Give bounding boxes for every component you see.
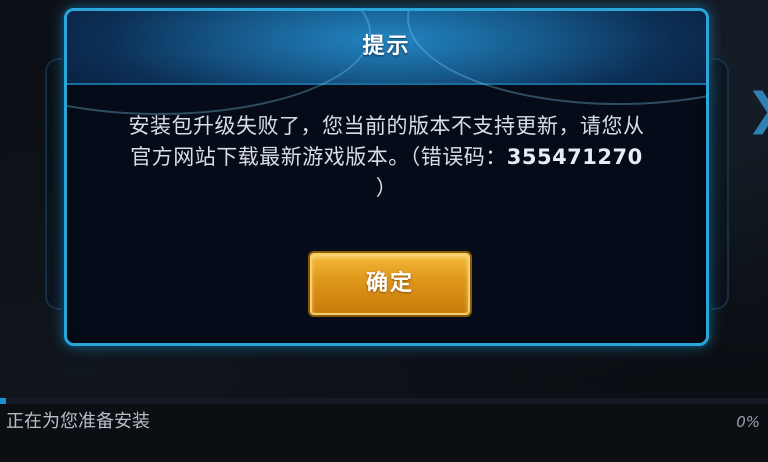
dialog-message: 安装包升级失败了，您当前的版本不支持更新，请您从 官方网站下载最新游戏版本。（错… bbox=[91, 111, 682, 204]
confirm-button[interactable]: 确定 bbox=[310, 253, 470, 315]
install-progress-percent: 0% bbox=[736, 413, 760, 431]
install-progress-bar bbox=[0, 398, 768, 404]
message-line: 安装包升级失败了，您当前的版本不支持更新，请您从 bbox=[128, 114, 645, 138]
dialog-title: 提示 bbox=[362, 34, 411, 59]
install-progress-fill bbox=[0, 398, 6, 404]
message-line: ） bbox=[375, 176, 398, 200]
chevron-right-icon: ❯ bbox=[746, 82, 768, 138]
dialog-header: 提示 bbox=[67, 11, 706, 115]
error-code: 355471270 bbox=[506, 145, 643, 169]
message-line: 官方网站下载最新游戏版本。（错误码：355471270 bbox=[91, 142, 682, 173]
update-failed-dialog: 提示 安装包升级失败了，您当前的版本不支持更新，请您从 官方网站下载最新游戏版本… bbox=[64, 8, 709, 346]
message-text: 官方网站下载最新游戏版本。（错误码： bbox=[130, 145, 507, 169]
install-status-text: 正在为您准备安装 bbox=[6, 411, 150, 432]
